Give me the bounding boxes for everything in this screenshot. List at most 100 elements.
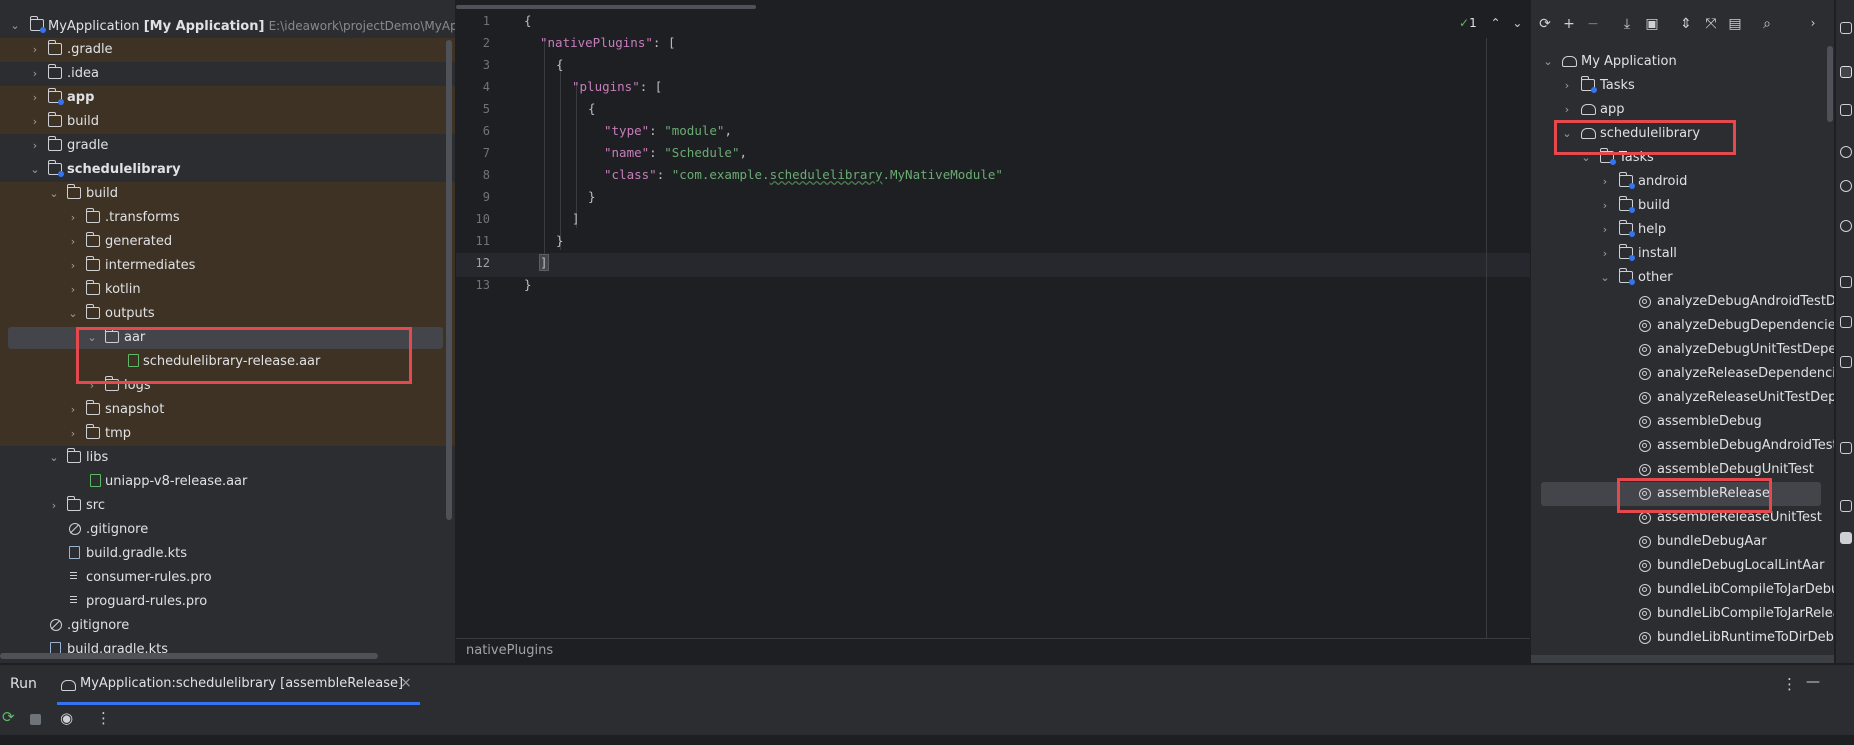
gradle-item-help[interactable]: › help [1531, 218, 1834, 242]
inspection-widget[interactable]: ✓1 ⌃ ⌄ [1459, 14, 1522, 32]
chevron-down-icon[interactable]: ⌄ [1512, 16, 1522, 30]
tree-item-app[interactable]: › app [0, 86, 455, 110]
gradle-item-install[interactable]: › install [1531, 242, 1834, 266]
chevron-down-icon[interactable]: ⌄ [66, 302, 80, 326]
tree-item-src[interactable]: › src [0, 494, 455, 518]
project-scrollbar-horizontal[interactable] [0, 653, 378, 659]
eye-icon[interactable]: ◉ [60, 709, 73, 727]
chevron-up-icon[interactable]: ⌃ [1491, 16, 1501, 30]
add-icon[interactable]: + [1559, 16, 1579, 32]
gradle-task[interactable]: analyzeDebugAndroidTestDe [1531, 290, 1834, 314]
chevron-right-icon[interactable]: › [66, 254, 80, 278]
tree-item-uniapp-aar[interactable]: uniapp-v8-release.aar [0, 470, 455, 494]
stop-icon[interactable] [30, 714, 41, 725]
tool-window-icon[interactable] [1840, 146, 1852, 158]
chevron-right-icon[interactable]: › [66, 230, 80, 254]
tree-item-tmp[interactable]: › tmp [0, 422, 455, 446]
minimize-icon[interactable]: — [1806, 674, 1820, 690]
tree-item-module-gitignore[interactable]: .gitignore [0, 518, 455, 542]
refresh-icon[interactable]: ⟳ [1535, 16, 1555, 32]
chevron-right-icon[interactable]: › [28, 110, 42, 134]
chevron-right-icon[interactable]: › [28, 38, 42, 62]
group-modules-icon[interactable]: ▤ [1725, 16, 1745, 32]
tool-window-icon[interactable] [1840, 442, 1852, 454]
tool-window-icon[interactable] [1840, 220, 1852, 232]
chevron-down-icon[interactable]: ⌄ [47, 182, 61, 206]
tree-root-row[interactable]: ⌄ MyApplication [My Application] E:\idea… [0, 14, 455, 38]
chevron-right-icon[interactable]: › [28, 86, 42, 110]
tree-item-libs[interactable]: ⌄ libs [0, 446, 455, 470]
tree-item-schedulelibrary[interactable]: ⌄ schedulelibrary [0, 158, 455, 182]
gradle-item-build[interactable]: › build [1531, 194, 1834, 218]
chevron-right-icon[interactable]: › [1598, 242, 1612, 266]
chevron-right-icon[interactable]: › [1598, 170, 1612, 194]
tree-item-outputs[interactable]: ⌄ outputs [0, 302, 455, 326]
gradle-item-tasks[interactable]: › Tasks [1531, 74, 1834, 98]
download-icon[interactable]: ⤓ [1617, 16, 1637, 32]
dependency-view-icon[interactable]: ▣ [1642, 16, 1662, 32]
gradle-task[interactable]: bundleLibCompileToJarRelea [1531, 602, 1834, 626]
chevron-down-icon[interactable]: ⌄ [8, 14, 22, 38]
tool-window-icon[interactable] [1840, 22, 1852, 34]
gradle-item-app[interactable]: › app [1531, 98, 1834, 122]
gradle-task[interactable]: assembleDebugAndroidTest [1531, 434, 1834, 458]
rerun-icon[interactable]: ⟳ [2, 708, 15, 726]
chevron-right-icon[interactable]: › [1560, 74, 1574, 98]
tree-item-kotlin[interactable]: › kotlin [0, 278, 455, 302]
chevron-right-icon[interactable]: › [1598, 194, 1612, 218]
tree-item-schedulelibrary-build[interactable]: ⌄ build [0, 182, 455, 206]
tree-item-snapshot[interactable]: › snapshot [0, 398, 455, 422]
chevron-right-icon[interactable]: › [66, 206, 80, 230]
tree-item-proguard-rules[interactable]: proguard-rules.pro [0, 590, 455, 614]
tree-item-intermediates[interactable]: › intermediates [0, 254, 455, 278]
gradle-scrollbar-horizontal[interactable] [1531, 655, 1834, 663]
find-icon[interactable]: ⌕ [1757, 16, 1777, 32]
chevron-right-icon[interactable]: › [66, 398, 80, 422]
code-editor[interactable]: 1 2 3 4 5 6 7 8 9 10 11 12 13 { "nativeP… [456, 0, 1530, 664]
more-options-icon[interactable]: ⋮ [96, 709, 111, 727]
chevron-right-icon[interactable]: › [28, 62, 42, 86]
chevron-right-icon[interactable]: › [1803, 16, 1823, 30]
tree-item-gradle-dir[interactable]: › .gradle [0, 38, 455, 62]
gradle-task[interactable]: analyzeDebugUnitTestDepe [1531, 338, 1834, 362]
tool-window-icon[interactable] [1840, 500, 1852, 512]
chevron-right-icon[interactable]: › [47, 494, 61, 518]
device-icon[interactable] [1840, 276, 1852, 288]
close-icon[interactable]: × [400, 675, 412, 691]
expand-all-icon[interactable]: ⇕ [1676, 16, 1696, 32]
gradle-task[interactable]: analyzeReleaseUnitTestDep [1531, 386, 1834, 410]
tool-window-icon[interactable] [1840, 104, 1852, 116]
tool-window-icon[interactable] [1840, 356, 1852, 368]
run-tab[interactable]: MyApplication:schedulelibrary [assembleR… [57, 665, 420, 705]
project-scrollbar-vertical[interactable] [446, 40, 452, 520]
gradle-item-android[interactable]: › android [1531, 170, 1834, 194]
chevron-down-icon[interactable]: ⌄ [1598, 266, 1612, 290]
tree-item-module-build-gradle[interactable]: build.gradle.kts [0, 542, 455, 566]
tree-item-transforms[interactable]: › .transforms [0, 206, 455, 230]
gradle-task[interactable]: bundleDebugLocalLintAar [1531, 554, 1834, 578]
tree-item-generated[interactable]: › generated [0, 230, 455, 254]
gradle-task[interactable]: bundleLibCompileToJarDebu [1531, 578, 1834, 602]
gradle-scrollbar-vertical[interactable] [1827, 46, 1833, 122]
remove-icon[interactable]: − [1583, 16, 1603, 32]
chevron-right-icon[interactable]: › [28, 134, 42, 158]
chevron-right-icon[interactable]: › [66, 278, 80, 302]
gradle-task[interactable]: assembleDebug [1531, 410, 1834, 434]
shield-icon[interactable] [1840, 316, 1852, 328]
editor-top-scrollbar[interactable] [456, 5, 756, 9]
chevron-down-icon[interactable]: ⌄ [28, 158, 42, 182]
breadcrumb-item[interactable]: nativePlugins [466, 643, 553, 658]
run-title[interactable]: Run [10, 676, 37, 692]
tree-item-root-gitignore[interactable]: .gitignore [0, 614, 455, 638]
chevron-right-icon[interactable]: › [1598, 218, 1612, 242]
tree-item-consumer-rules[interactable]: consumer-rules.pro [0, 566, 455, 590]
gradle-tool-icon[interactable] [1840, 66, 1852, 78]
collapse-all-icon[interactable]: ⤧ [1701, 16, 1721, 32]
tree-item-build[interactable]: › build [0, 110, 455, 134]
gradle-task[interactable]: analyzeDebugDependencies [1531, 314, 1834, 338]
gradle-item-other[interactable]: ⌄ other [1531, 266, 1834, 290]
chevron-down-icon[interactable]: ⌄ [1541, 50, 1555, 74]
tool-window-icon[interactable] [1840, 532, 1852, 544]
tool-window-icon[interactable] [1840, 180, 1852, 192]
chevron-right-icon[interactable]: › [66, 422, 80, 446]
